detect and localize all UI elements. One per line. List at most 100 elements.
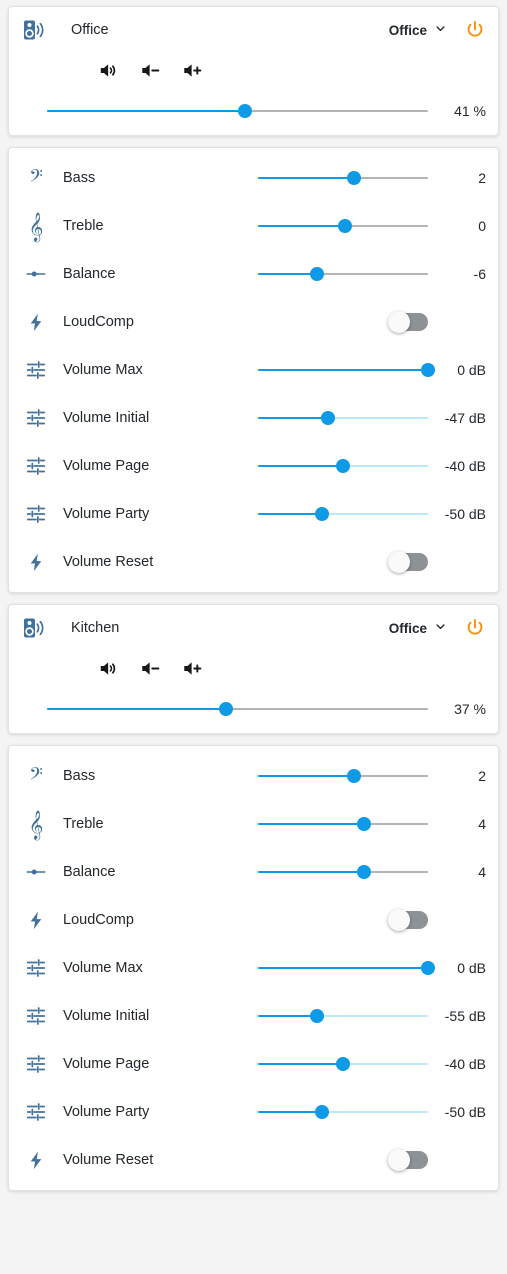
setting-row: 𝄢 Bass 2 — [9, 154, 498, 202]
setting-value: 0 — [478, 218, 486, 234]
volume-down-button[interactable] — [129, 653, 171, 683]
slider-thumb[interactable] — [357, 817, 372, 831]
zone-volume-slider[interactable] — [47, 102, 428, 120]
source-select[interactable]: Office — [389, 21, 448, 39]
setting-slider[interactable] — [258, 505, 428, 523]
setting-control — [229, 551, 428, 573]
bass-clef-icon: 𝄢 — [29, 165, 43, 190]
slider-thumb[interactable] — [336, 459, 350, 473]
setting-value: 2 — [478, 768, 486, 784]
setting-slider[interactable] — [258, 959, 435, 977]
volume-toggle-button[interactable] — [87, 653, 129, 683]
power-button[interactable] — [464, 617, 486, 639]
setting-row: 𝄞 Treble 4 — [9, 800, 498, 848]
setting-slider-wrap — [258, 1103, 428, 1121]
volume-button-group — [9, 651, 498, 685]
setting-control — [229, 169, 428, 187]
source-label: Office — [388, 22, 427, 38]
setting-value: 4 — [478, 864, 486, 880]
setting-slider-wrap — [258, 767, 428, 785]
setting-slider[interactable] — [258, 169, 428, 187]
slider-fill — [258, 417, 328, 419]
speaker-icon — [19, 615, 45, 641]
zone-volume-slider[interactable] — [47, 700, 428, 718]
setting-label: Balance — [63, 266, 116, 282]
setting-slider[interactable] — [258, 409, 428, 427]
setting-control — [229, 311, 428, 333]
source-label: Office — [388, 620, 427, 636]
slider-thumb[interactable] — [357, 865, 372, 879]
slider-thumb[interactable] — [347, 171, 362, 185]
setting-slider[interactable] — [258, 1007, 428, 1025]
setting-slider[interactable] — [258, 361, 435, 379]
slider-thumb[interactable] — [347, 769, 362, 783]
setting-value: -50 dB — [444, 506, 486, 522]
setting-slider[interactable] — [258, 1055, 428, 1073]
zone-name: Office — [71, 22, 109, 38]
setting-slider-wrap — [258, 457, 428, 475]
setting-slider-wrap — [258, 169, 428, 187]
zone-card-0: Office Office 41 % — [8, 6, 499, 136]
setting-label: Volume Party — [63, 506, 150, 522]
zone-header: Kitchen Office — [9, 605, 498, 651]
slider-thumb[interactable] — [421, 961, 435, 975]
setting-row: Volume Max 0 dB — [9, 346, 498, 394]
slider-thumb[interactable] — [309, 267, 324, 281]
toggle-knob — [388, 1149, 410, 1171]
slider-fill — [47, 110, 246, 112]
zone-name: Kitchen — [71, 620, 120, 636]
setting-row: Balance -6 — [9, 250, 498, 298]
bass-clef-icon: 𝄢 — [29, 763, 43, 788]
setting-control — [229, 1149, 428, 1171]
setting-control — [229, 767, 428, 785]
slider-thumb[interactable] — [219, 702, 234, 716]
volume-down-button[interactable] — [129, 55, 171, 85]
setting-label: Volume Reset — [63, 1152, 154, 1168]
slider-thumb[interactable] — [238, 104, 253, 118]
setting-slider[interactable] — [258, 767, 428, 785]
setting-toggle[interactable] — [388, 311, 428, 333]
slider-thumb[interactable] — [320, 411, 335, 425]
setting-label: Balance — [63, 864, 116, 880]
slider-thumb[interactable] — [421, 363, 435, 377]
treble-clef-icon: 𝄞 — [28, 211, 44, 241]
setting-toggle[interactable] — [388, 909, 428, 931]
treble-clef-icon: 𝄞 — [28, 809, 44, 839]
setting-control — [229, 217, 428, 235]
speaker-icon — [19, 17, 45, 43]
volume-up-button[interactable] — [171, 55, 213, 85]
setting-value: -40 dB — [444, 1056, 486, 1072]
setting-control — [229, 505, 428, 523]
setting-toggle[interactable] — [388, 1149, 428, 1171]
source-select[interactable]: Office — [389, 619, 448, 637]
slider-thumb[interactable] — [314, 507, 329, 521]
slider-fill — [258, 1063, 343, 1065]
setting-slider[interactable] — [258, 217, 428, 235]
setting-slider[interactable] — [258, 815, 428, 833]
tune-icon — [9, 957, 63, 979]
setting-control — [229, 409, 428, 427]
setting-slider[interactable] — [258, 1103, 428, 1121]
setting-slider[interactable] — [258, 265, 428, 283]
volume-toggle-button[interactable] — [87, 55, 129, 85]
setting-label: Volume Reset — [63, 554, 154, 570]
toggle-knob — [388, 909, 410, 931]
setting-value: 2 — [478, 170, 486, 186]
setting-toggle[interactable] — [388, 551, 428, 573]
slider-thumb[interactable] — [337, 219, 352, 233]
setting-row: LoudComp — [9, 298, 498, 346]
setting-slider[interactable] — [258, 457, 428, 475]
setting-control — [229, 361, 435, 379]
tune-icon — [9, 503, 63, 525]
setting-slider[interactable] — [258, 863, 428, 881]
setting-control — [229, 959, 435, 977]
power-button[interactable] — [464, 19, 486, 41]
slider-thumb[interactable] — [309, 1009, 324, 1023]
slider-thumb[interactable] — [314, 1105, 329, 1119]
setting-control — [229, 457, 428, 475]
volume-button-group — [9, 53, 498, 87]
setting-label: Treble — [63, 816, 104, 832]
setting-label: Volume Initial — [63, 410, 150, 426]
volume-up-button[interactable] — [171, 653, 213, 683]
slider-thumb[interactable] — [336, 1057, 350, 1071]
